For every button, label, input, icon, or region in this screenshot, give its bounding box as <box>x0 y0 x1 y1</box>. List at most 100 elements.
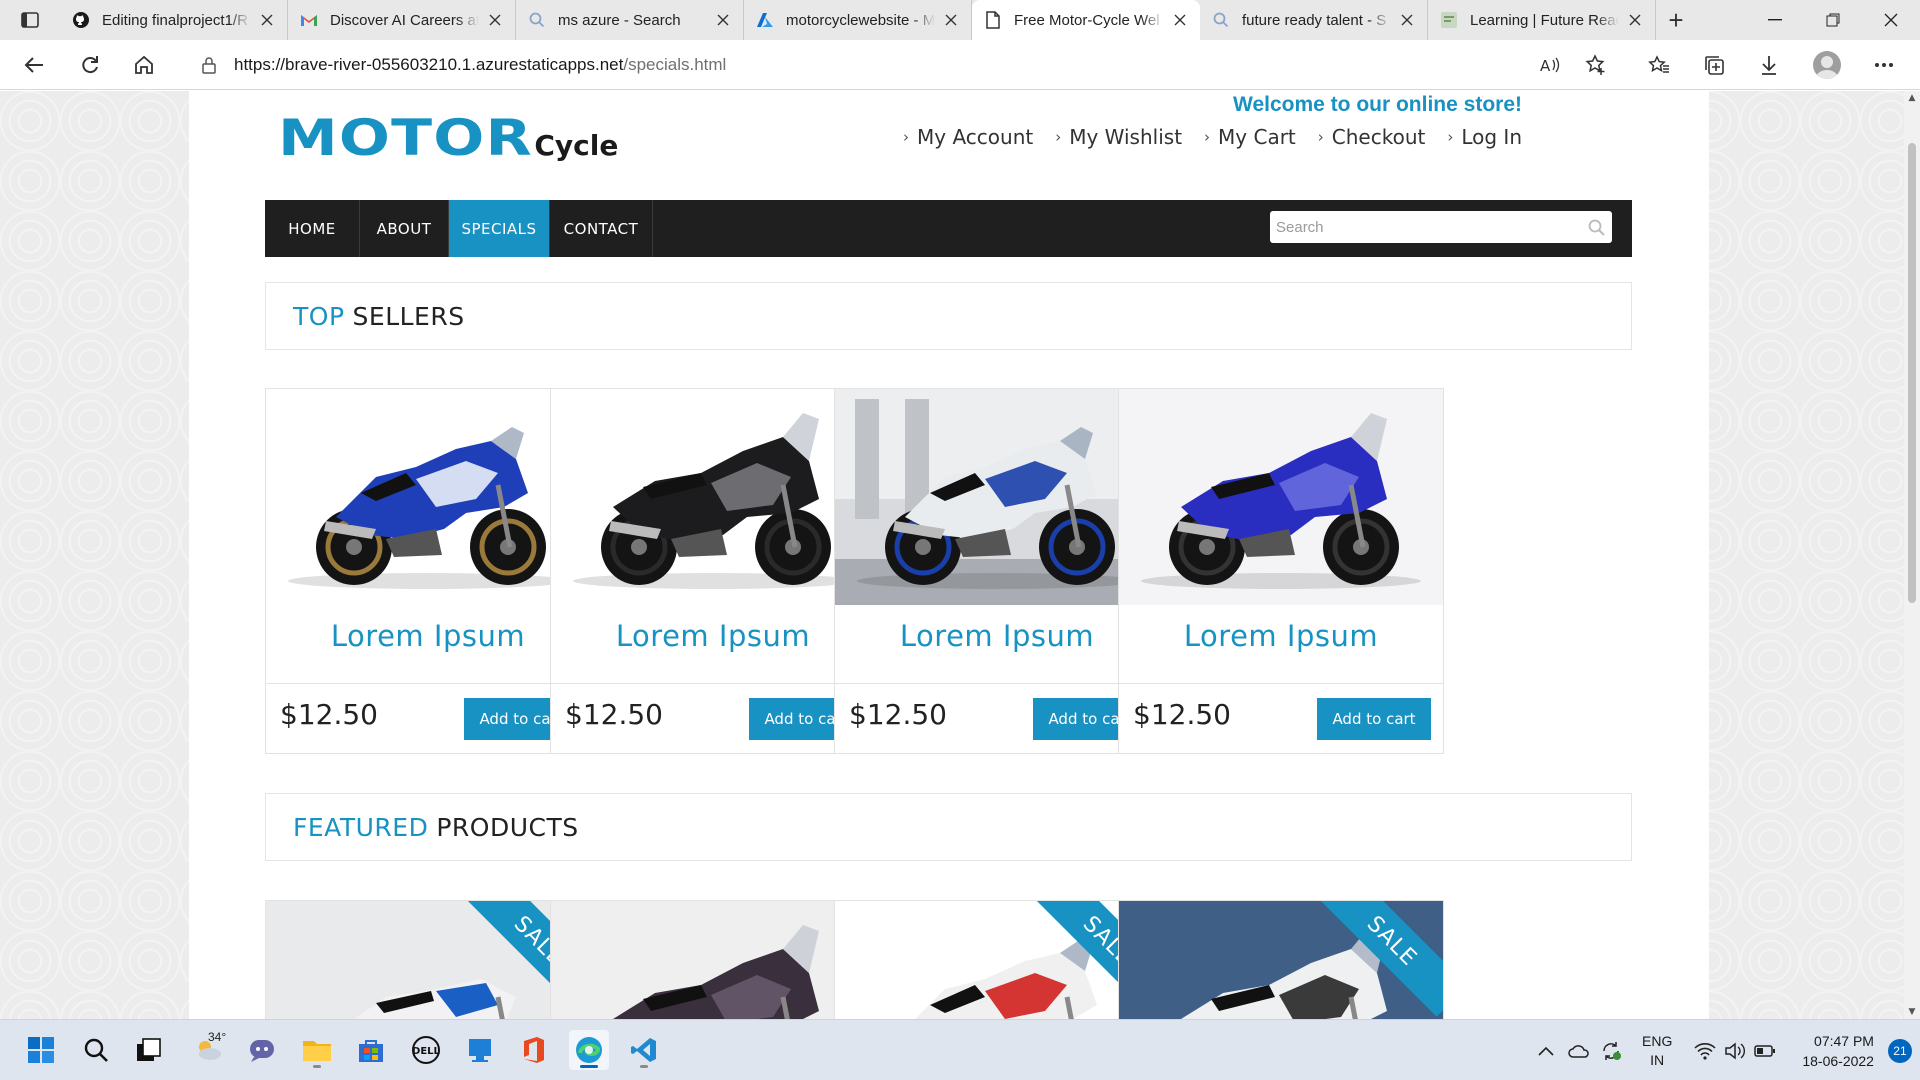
chevron-right-icon: › <box>903 128 910 146</box>
wifi-icon[interactable] <box>1694 1042 1716 1060</box>
svg-text:DELL: DELL <box>412 1046 441 1057</box>
onedrive-icon[interactable] <box>1568 1044 1590 1058</box>
account-link[interactable]: › Checkout <box>1318 125 1426 149</box>
account-link[interactable]: › My Wishlist <box>1055 125 1182 149</box>
product-image[interactable] <box>551 389 875 605</box>
nav-item-contact[interactable]: CONTACT <box>550 200 653 257</box>
add-favorite-icon[interactable] <box>1578 49 1614 81</box>
volume-icon[interactable] <box>1724 1041 1746 1060</box>
show-hidden-icons[interactable] <box>1538 1046 1554 1056</box>
close-window-button[interactable] <box>1862 0 1920 40</box>
scroll-down-arrow[interactable]: ▼ <box>1904 1005 1920 1019</box>
profile-avatar[interactable] <box>1809 49 1845 81</box>
product-image[interactable] <box>835 389 1159 605</box>
heading-rest: SELLERS <box>352 301 465 331</box>
downloads-icon[interactable] <box>1751 49 1787 81</box>
tab-actions-icon[interactable] <box>14 6 46 34</box>
refresh-button[interactable] <box>72 49 108 81</box>
product-card[interactable]: Lorem Ipsum <box>550 388 876 684</box>
teams-chat-icon[interactable] <box>242 1030 282 1070</box>
product-price-bar: $12.50 Add to cart <box>550 684 876 754</box>
black-touring-bike-image <box>551 389 875 605</box>
browser-tab[interactable]: motorcyclewebsite - M <box>744 0 972 40</box>
product-image[interactable] <box>266 389 590 605</box>
microsoft-store-icon[interactable] <box>351 1030 391 1070</box>
featured-product-image[interactable] <box>551 901 875 1019</box>
browser-tab[interactable]: Editing finalproject1/R <box>60 0 288 40</box>
minimize-button[interactable] <box>1746 0 1804 40</box>
product-price-bar: $12.50 Add to cart <box>834 684 1160 754</box>
product-price: $12.50 <box>565 698 663 731</box>
product-image[interactable] <box>1119 389 1443 605</box>
settings-more-icon[interactable] <box>1866 49 1902 81</box>
url-field[interactable]: https://brave-river-055603210.1.azuresta… <box>182 46 1602 84</box>
language-indicator[interactable]: ENG IN <box>1642 1032 1672 1070</box>
browser-tab-bar: Editing finalproject1/R Discover AI Caree… <box>0 0 1920 40</box>
featured-product-card[interactable]: SALE <box>834 900 1160 1019</box>
product-name[interactable]: Lorem Ipsum <box>266 619 590 653</box>
vscode-icon[interactable] <box>624 1030 664 1070</box>
account-link[interactable]: › Log In <box>1447 125 1522 149</box>
restore-button[interactable] <box>1804 0 1862 40</box>
product-name[interactable]: Lorem Ipsum <box>1119 619 1443 653</box>
scrollbar-thumb[interactable] <box>1908 143 1916 603</box>
nav-item-home[interactable]: HOME <box>265 200 360 257</box>
logo-main-text: MOTOR <box>278 109 533 167</box>
url-text: https://brave-river-055603210.1.azuresta… <box>234 55 727 74</box>
close-tab-icon[interactable] <box>487 12 503 28</box>
battery-icon[interactable] <box>1754 1044 1776 1058</box>
search-icon[interactable] <box>1588 219 1606 237</box>
close-tab-icon[interactable] <box>943 12 959 28</box>
product-name[interactable]: Lorem Ipsum <box>551 619 875 653</box>
scroll-up-arrow[interactable]: ▲ <box>1904 91 1920 105</box>
notification-badge[interactable]: 21 <box>1887 1038 1912 1063</box>
favorites-icon[interactable] <box>1641 49 1677 81</box>
browser-tab[interactable]: Discover AI Careers at <box>288 0 516 40</box>
sync-icon[interactable] <box>1600 1041 1622 1061</box>
product-card[interactable]: Lorem Ipsum <box>1118 388 1444 684</box>
product-card[interactable]: Lorem Ipsum <box>834 388 1160 684</box>
home-button[interactable] <box>126 49 162 81</box>
product-name[interactable]: Lorem Ipsum <box>835 619 1159 653</box>
add-to-cart-button[interactable]: Add to cart <box>1317 698 1431 740</box>
dell-icon[interactable]: DELL <box>406 1030 446 1070</box>
site-logo[interactable]: MOTOR Cycle <box>278 109 618 167</box>
new-tab-button[interactable]: + <box>1660 5 1692 35</box>
back-button[interactable] <box>16 49 52 81</box>
featured-product-card[interactable]: SALE <box>1118 900 1444 1019</box>
collections-icon[interactable] <box>1696 49 1732 81</box>
close-tab-icon[interactable] <box>1399 12 1415 28</box>
product-card[interactable]: Lorem Ipsum <box>265 388 591 684</box>
clock[interactable]: 07:47 PM 18-06-2022 <box>1802 1031 1874 1071</box>
github-icon <box>72 11 90 29</box>
svg-text:A: A <box>1540 57 1551 74</box>
nav-item-specials[interactable]: SPECIALS <box>449 200 550 257</box>
browser-tab[interactable]: ms azure - Search <box>516 0 744 40</box>
account-link[interactable]: › My Cart <box>1204 125 1296 149</box>
close-tab-icon[interactable] <box>259 12 275 28</box>
close-tab-icon[interactable] <box>715 12 731 28</box>
page-scrollbar[interactable]: ▲ ▼ <box>1904 91 1920 1019</box>
featured-product-card[interactable] <box>550 900 876 1019</box>
remote-desktop-icon[interactable] <box>460 1030 500 1070</box>
azure-icon <box>756 11 774 29</box>
browser-tab[interactable]: future ready talent - S <box>1200 0 1428 40</box>
task-view-icon[interactable] <box>129 1030 169 1070</box>
nav-item-about[interactable]: ABOUT <box>360 200 449 257</box>
browser-tab[interactable]: Free Motor-Cycle Wel <box>972 0 1200 40</box>
edge-browser-icon[interactable] <box>569 1030 609 1070</box>
file-explorer-icon[interactable] <box>297 1030 337 1070</box>
close-tab-icon[interactable] <box>1627 12 1643 28</box>
search-input[interactable] <box>1270 212 1570 242</box>
close-tab-icon[interactable] <box>1172 12 1188 28</box>
browser-tab[interactable]: Learning | Future Read <box>1428 0 1656 40</box>
read-aloud-icon[interactable]: A <box>1533 49 1569 81</box>
start-button[interactable] <box>21 1030 61 1070</box>
search-taskbar-icon[interactable] <box>76 1030 116 1070</box>
office-icon[interactable] <box>514 1030 554 1070</box>
account-link[interactable]: › My Account <box>903 125 1033 149</box>
account-link-label: Checkout <box>1331 125 1426 149</box>
featured-product-card[interactable]: SALE <box>265 900 591 1019</box>
logo-sub-text: Cycle <box>534 129 619 162</box>
tab-title: Discover AI Careers at <box>330 11 479 29</box>
